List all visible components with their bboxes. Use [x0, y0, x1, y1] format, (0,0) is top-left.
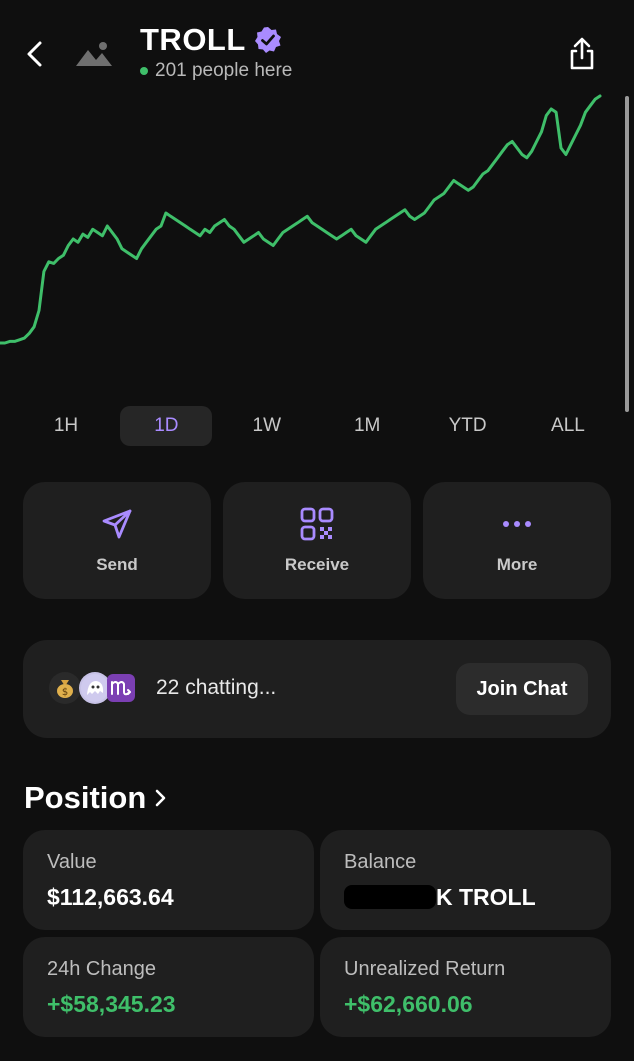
change-24h-amount: +$58,345.23: [47, 991, 176, 1017]
value-label: Value: [47, 851, 97, 873]
more-label: More: [496, 554, 538, 574]
page-title: TROLL: [140, 22, 246, 57]
chevron-left-icon: [27, 41, 42, 67]
range-tab-1w[interactable]: 1W: [221, 406, 313, 446]
unrealized-return-cell: Unrealized Return +$62,660.06: [320, 937, 611, 1037]
token-detail-screen: TROLL 201 people here 1H 1D 1W 1M YTD AL…: [0, 0, 634, 1061]
join-chat-button[interactable]: Join Chat: [456, 663, 588, 715]
verified-badge-icon: [254, 27, 281, 53]
send-icon: [100, 507, 134, 541]
chevron-right-icon: [155, 789, 166, 807]
position-header[interactable]: Position: [24, 780, 168, 816]
range-tab-ytd[interactable]: YTD: [422, 406, 514, 446]
online-dot: [140, 67, 148, 75]
change-24h-label: 24h Change: [47, 958, 156, 980]
position-title: Position: [24, 780, 147, 815]
share-icon: [570, 37, 594, 70]
more-dots-icon: [500, 507, 534, 541]
value-amount: $112,663.64: [47, 884, 174, 910]
more-button[interactable]: More: [423, 482, 611, 599]
balance-text: K TROLL: [436, 884, 536, 910]
balance-amount: K TROLL: [344, 884, 536, 911]
presence-text: 201 people here: [155, 60, 293, 81]
header: TROLL 201 people here: [0, 0, 634, 96]
price-chart[interactable]: [0, 94, 634, 384]
chat-card[interactable]: $ 22 chatting... Join Chat: [23, 640, 611, 738]
presence-indicator: 201 people here: [140, 60, 292, 82]
scrollbar[interactable]: [625, 96, 629, 412]
range-tab-1h[interactable]: 1H: [20, 406, 112, 446]
range-tab-1m[interactable]: 1M: [321, 406, 413, 446]
balance-cell: Balance K TROLL: [320, 830, 611, 930]
title-block: TROLL 201 people here: [140, 22, 292, 82]
value-cell: Value $112,663.64: [23, 830, 314, 930]
price-line: [0, 94, 602, 345]
receive-label: Receive: [284, 554, 350, 574]
send-button[interactable]: Send: [23, 482, 211, 599]
back-button[interactable]: [18, 34, 52, 74]
chat-avatars: $: [49, 672, 164, 706]
unrealized-return-amount: +$62,660.06: [344, 991, 473, 1017]
money-bag-avatar: $: [49, 672, 81, 704]
range-tab-1d[interactable]: 1D: [120, 406, 213, 446]
change-24h-cell: 24h Change +$58,345.23: [23, 937, 314, 1037]
unrealized-return-label: Unrealized Return: [344, 958, 506, 980]
share-button[interactable]: [562, 34, 602, 74]
redacted-scribble: [344, 885, 436, 909]
range-tab-all[interactable]: ALL: [522, 406, 614, 446]
send-label: Send: [96, 554, 138, 574]
time-range-tabs: 1H 1D 1W 1M YTD ALL: [20, 406, 614, 448]
chatting-count: 22 chatting...: [156, 676, 277, 699]
svg-text:$: $: [62, 687, 68, 698]
action-row: Send Receive More: [23, 482, 611, 599]
qr-code-icon: [300, 507, 334, 541]
image-placeholder-icon: [74, 38, 114, 70]
balance-label: Balance: [344, 851, 417, 873]
receive-button[interactable]: Receive: [223, 482, 411, 599]
scorpio-avatar: [107, 674, 135, 702]
